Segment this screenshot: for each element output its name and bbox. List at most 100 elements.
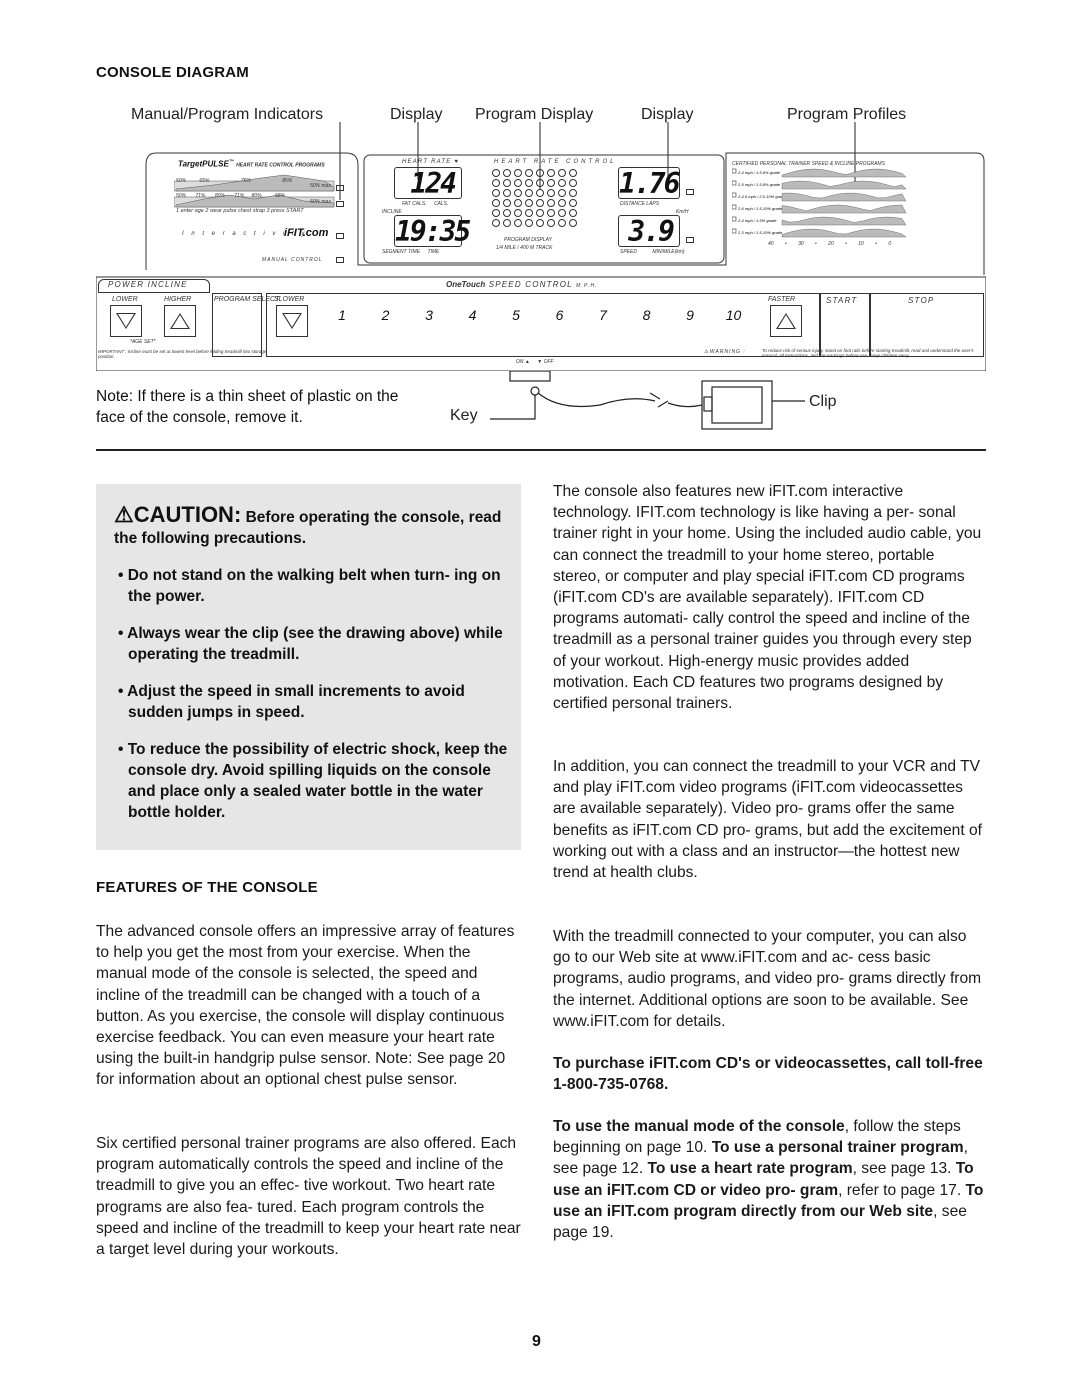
program-dot xyxy=(536,179,544,187)
program-dot xyxy=(569,199,577,207)
program-dot xyxy=(558,209,566,217)
program-dot xyxy=(558,219,566,227)
speed-control-label: OneTouch SPEED CONTROL M.P.H. xyxy=(446,280,598,289)
program-dot xyxy=(492,219,500,227)
plastic-sheet-note: Note: If there is a thin sheet of plasti… xyxy=(96,388,399,426)
program-dot xyxy=(536,189,544,197)
speed-keypad xyxy=(266,293,820,357)
heart-rate-program-graph xyxy=(174,174,335,208)
profile-label: 2-5 mph / 1.5-8% grade xyxy=(737,182,781,187)
program-dot xyxy=(547,169,555,177)
program-dot xyxy=(547,219,555,227)
pct-max-1: 50% max. xyxy=(310,183,333,189)
speed-key-2[interactable]: 2 xyxy=(376,307,396,323)
program-dot xyxy=(514,199,522,207)
triangle-down-icon xyxy=(116,313,136,329)
heart-rate-display: 124 xyxy=(394,167,462,200)
faster-label: FASTER xyxy=(768,296,796,303)
speed-display: 3.9 xyxy=(618,215,680,248)
page-number: 9 xyxy=(532,1333,541,1350)
pct-max-2: 50% max. xyxy=(310,199,333,205)
speed-key-9[interactable]: 9 xyxy=(680,307,700,323)
program-dot xyxy=(503,169,511,177)
segment-time-label: SEGMENT TIME TIME xyxy=(382,249,440,255)
speed-key-10[interactable]: 10 xyxy=(724,307,744,323)
ifit-logo: iFIT.com xyxy=(284,227,329,239)
speed-key-4[interactable]: 4 xyxy=(463,307,483,323)
manual-control-label: MANUAL CONTROL xyxy=(262,257,323,263)
warning-text: To reduce risk of serious injury, stand … xyxy=(762,348,974,358)
program-dot xyxy=(536,199,544,207)
program-dot xyxy=(547,179,555,187)
purchase-info: To purchase iFIT.com CD's or videocasset… xyxy=(553,1055,983,1094)
program-dot xyxy=(536,219,544,227)
targetpulse-instruction: 1 enter age 2 wear pulse chest strap 3 p… xyxy=(176,208,304,214)
program-dot xyxy=(492,179,500,187)
profile-indicator xyxy=(732,216,737,222)
speed-key-8[interactable]: 8 xyxy=(637,307,657,323)
profile-indicator xyxy=(732,228,737,234)
program-dot xyxy=(569,209,577,217)
program-dot xyxy=(536,209,544,217)
speed-faster-button[interactable] xyxy=(770,305,802,337)
profile-graph xyxy=(781,180,907,190)
power-incline-label: POWER INCLINE xyxy=(108,280,188,289)
lower-label: LOWER xyxy=(112,296,138,303)
program-dot xyxy=(525,209,533,217)
time-display: 19:35 xyxy=(394,215,471,248)
incline-higher-button[interactable] xyxy=(164,305,196,337)
speed-key-3[interactable]: 3 xyxy=(419,307,439,323)
program-dot xyxy=(514,209,522,217)
triangle-up-icon xyxy=(170,313,190,329)
program-dot xyxy=(536,169,544,177)
heart-icon: ♥ xyxy=(454,159,460,165)
speed-slower-button[interactable] xyxy=(276,305,308,337)
profiles-scale: 40 • 30 • 20 • 10 • 0 xyxy=(768,241,892,247)
program-dot xyxy=(503,209,511,217)
program-dot xyxy=(503,189,511,197)
indicator-light xyxy=(336,233,344,239)
program-dot xyxy=(492,169,500,177)
speed-key-6[interactable]: 6 xyxy=(550,307,570,323)
program-dot xyxy=(492,209,500,217)
program-dot xyxy=(569,179,577,187)
warning-icon: ⚠ xyxy=(704,349,709,355)
triangle-down-icon xyxy=(282,313,302,329)
distance-laps-label: DISTANCE LAPS xyxy=(620,201,660,207)
key-switch-labels: ON ▲ ▼ OFF xyxy=(516,359,554,365)
profiles-graphs: 2-4 mph / 1.5-6% grade 2-5 mph / 1.5-8% g… xyxy=(732,168,907,238)
section-divider xyxy=(96,449,986,451)
pct-row1: 50% 65% 75% 85% xyxy=(176,178,293,184)
pct-row2: 50% 71% 80% 71% 80% 68% xyxy=(176,193,286,199)
program-dot xyxy=(514,189,522,197)
incline-lower-button[interactable] xyxy=(110,305,142,337)
profile-indicator xyxy=(732,204,737,210)
program-dot xyxy=(503,179,511,187)
profile-label: 2-6 mph / 1.5-10% grade xyxy=(737,206,783,211)
important-note: IMPORTANT : Incline must be set at lowes… xyxy=(98,349,267,359)
program-dot xyxy=(558,169,566,177)
caution-bullet: • Adjust the speed in small increments t… xyxy=(118,683,465,721)
higher-label: HIGHER xyxy=(164,296,192,303)
speed-key-1[interactable]: 1 xyxy=(332,307,352,323)
speed-key-5[interactable]: 5 xyxy=(506,307,526,323)
profile-label: 2-4.5 mph / 2.5-10% grade xyxy=(737,194,786,199)
profile-label: 2-4 mph / 1.5% grade xyxy=(737,218,777,223)
program-dot xyxy=(492,189,500,197)
fat-cals-label: FAT CALS. CALS. xyxy=(402,201,449,207)
program-dot xyxy=(558,189,566,197)
instruction-bold: To use a heart rate program xyxy=(647,1160,853,1178)
program-dot xyxy=(558,199,566,207)
profile-label: 2-3 mph / 1.5-10% grade xyxy=(737,230,783,235)
start-label: START xyxy=(826,296,858,305)
instruction-bold: To use the manual mode of the console xyxy=(553,1118,845,1135)
program-dot xyxy=(569,189,577,197)
ifit-paragraph-3: With the treadmill connected to your com… xyxy=(553,928,982,1030)
slower-label: SLOWER xyxy=(274,296,305,303)
speed-key-7[interactable]: 7 xyxy=(593,307,613,323)
stop-label: STOP xyxy=(908,296,935,305)
caution-content: ⚠CAUTION: Before operating the console, … xyxy=(114,504,509,823)
heart-rate-control-label: HEART RATE CONTROL xyxy=(494,159,617,165)
caution-lead: ⚠CAUTION: Before operating the console, … xyxy=(114,502,502,548)
caution-bullet-list: • Do not stand on the walking belt when … xyxy=(114,565,509,823)
